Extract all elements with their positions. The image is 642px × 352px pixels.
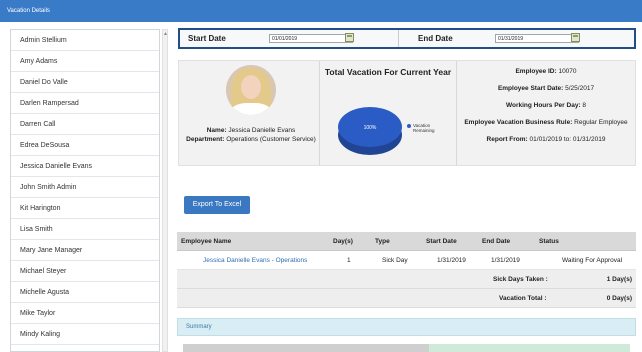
vacation-total-label: Vacation Total :	[499, 295, 547, 302]
scroll-up-icon[interactable]: ▲	[163, 32, 168, 37]
sidebar-item-employee[interactable]: Amy Adams	[11, 51, 159, 72]
sidebar-item-employee[interactable]: Lisa Smith	[11, 219, 159, 240]
window-title: Vacation Details	[0, 0, 642, 22]
date-divider	[398, 30, 399, 47]
employee-start-date: 5/25/2017	[565, 85, 595, 92]
sidebar-item-employee[interactable]: John Smith Admin	[11, 177, 159, 198]
sidebar-item-employee[interactable]: Jessica Danielle Evans	[11, 156, 159, 177]
employee-id-label: Employee ID:	[515, 68, 557, 75]
legend-swatch-icon	[407, 123, 411, 128]
cell-end-date: 1/31/2019	[491, 257, 520, 264]
employee-id: 10070	[558, 68, 577, 75]
table-row[interactable]: Jessica Danielle Evans - Operations 1 Si…	[177, 251, 636, 270]
date-filter-bar: Start Date 01/01/2019 End Date 01/31/201…	[178, 28, 636, 49]
sidebar-scrollbar[interactable]: ▲	[162, 29, 168, 352]
vacation-rule: Regular Employee	[574, 119, 628, 126]
sick-days-label: Sick Days Taken :	[493, 276, 548, 283]
pie-slice-label: 100%	[364, 125, 377, 131]
employee-info-panel: Name: Jessica Danielle Evans Department:…	[178, 60, 636, 166]
cell-type: Sick Day	[382, 257, 408, 264]
sick-days-row: Sick Days Taken : 1 Day(s)	[177, 270, 636, 289]
column-header: Status	[539, 238, 559, 245]
cell-days: 1	[347, 257, 351, 264]
sidebar-item-employee[interactable]: Mindy Kaling	[11, 324, 159, 345]
column-header: Day(s)	[333, 238, 353, 245]
sidebar-item-employee[interactable]: Darlen Rampersad	[11, 93, 159, 114]
employee-list: Admin Stellium Amy Adams Daniel Do Valle…	[10, 29, 160, 352]
calendar-icon[interactable]	[345, 33, 354, 42]
working-hours: 8	[582, 102, 587, 109]
sidebar-item-employee[interactable]: Michelle Agusta	[11, 282, 159, 303]
column-header: End Date	[482, 238, 511, 245]
cell-status: Waiting For Approval	[562, 257, 623, 264]
sidebar-item-employee[interactable]: Admin Stellium	[11, 30, 159, 51]
end-date-label: End Date	[418, 34, 453, 43]
calendar-icon[interactable]	[571, 33, 580, 42]
cell-start-date: 1/31/2019	[437, 257, 466, 264]
rule-label: Employee Vacation Business Rule:	[464, 119, 573, 126]
sidebar-item-employee[interactable]: Mike Taylor	[11, 303, 159, 324]
vacation-total-value: 0 Day(s)	[606, 295, 632, 302]
vacation-pie-chart: 100%	[337, 97, 407, 159]
sidebar-item-employee[interactable]: Darren Call	[11, 114, 159, 135]
employee-details: Name: Jessica Danielle Evans Department:…	[183, 126, 319, 144]
department-label: Department:	[186, 136, 225, 143]
report-label: Report From:	[486, 136, 528, 143]
sidebar-item-employee[interactable]: Kit Harington	[11, 198, 159, 219]
employee-name: Jessica Danielle Evans	[228, 127, 296, 134]
sidebar-item-employee[interactable]: Daniel Do Valle	[11, 72, 159, 93]
start-date-label: Start Date	[188, 34, 226, 43]
column-header: Start Date	[426, 238, 457, 245]
column-header: Type	[375, 238, 390, 245]
name-label: Name:	[206, 127, 227, 134]
vacation-total-row: Vacation Total : 0 Day(s)	[177, 289, 636, 308]
hours-label: Working Hours Per Day:	[505, 102, 581, 109]
summary-panel-header[interactable]: Summary	[177, 318, 636, 336]
vacation-table: Employee Name Day(s) Type Start Date End…	[177, 232, 636, 308]
export-to-excel-button[interactable]: Export To Excel	[184, 196, 250, 214]
start-date-info-label: Employee Start Date:	[497, 85, 564, 92]
summary-table-header	[183, 344, 630, 352]
employee-meta: Employee ID: 10070 Employee Start Date: …	[457, 67, 635, 152]
employee-avatar	[226, 65, 276, 115]
sidebar-item-employee[interactable]: Edrea DeSousa	[11, 135, 159, 156]
column-header: Employee Name	[181, 238, 232, 245]
employee-link[interactable]: Jessica Danielle Evans - Operations	[203, 251, 307, 270]
employee-department: Operations (Customer Service)	[226, 136, 316, 143]
report-range: 01/01/2019 to: 01/31/2019	[529, 136, 606, 143]
sidebar-item-employee[interactable]: Michael Steyer	[11, 261, 159, 282]
legend-label: Vacation Remaining	[413, 123, 435, 133]
sick-days-value: 1 Day(s)	[606, 276, 632, 283]
vacation-chart-title: Total Vacation For Current Year	[324, 67, 452, 77]
table-header: Employee Name Day(s) Type Start Date End…	[177, 232, 636, 251]
start-date-input[interactable]: 01/01/2019	[269, 34, 353, 43]
end-date-input[interactable]: 01/31/2019	[495, 34, 579, 43]
chart-legend: Vacation Remaining	[407, 123, 435, 133]
sidebar-item-employee[interactable]: Mary Jane Manager	[11, 240, 159, 261]
summary-highlight	[429, 344, 630, 352]
